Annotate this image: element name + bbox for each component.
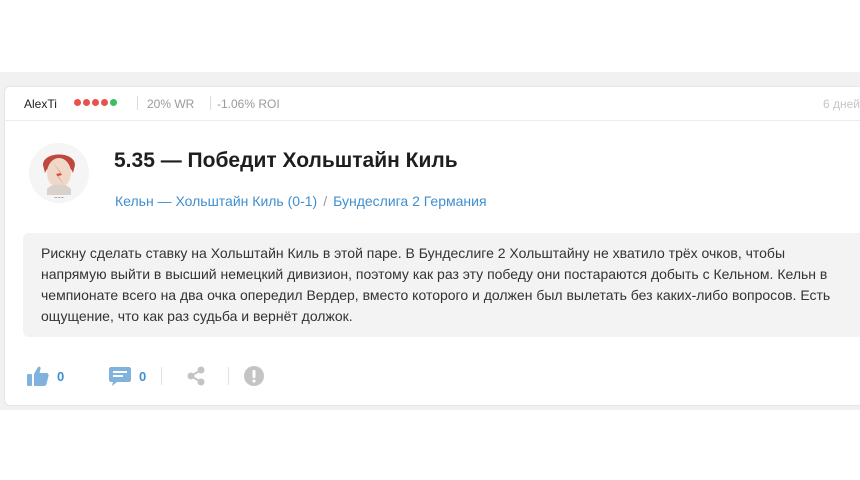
post-body: Рискну сделать ставку на Хольштайн Киль …	[23, 233, 860, 337]
warning-icon	[244, 366, 264, 386]
post-title: 5.35 — Победит Хольштайн Киль	[114, 149, 458, 172]
form-dot	[92, 99, 99, 106]
win-rate-stat: 20% WR	[147, 97, 195, 111]
form-dot	[110, 99, 117, 106]
like-button[interactable]: 0	[27, 363, 64, 389]
divider	[210, 96, 211, 110]
comments-button[interactable]: 0	[109, 363, 146, 389]
prediction-card: AlexTi 20% WR -1.06% ROI 6 дней ~~~ 5.35…	[4, 86, 860, 406]
post-body-text: Рискну сделать ставку на Хольштайн Киль …	[41, 245, 831, 324]
breadcrumb-separator: /	[323, 193, 328, 209]
page-top-space	[0, 0, 860, 72]
page-bottom-space	[0, 410, 860, 480]
form-dot	[101, 99, 108, 106]
comment-count: 0	[139, 368, 147, 384]
thumbs-up-icon	[27, 366, 49, 386]
avatar[interactable]: ~~~	[29, 143, 89, 203]
card-header: AlexTi 20% WR -1.06% ROI 6 дней	[5, 87, 860, 121]
divider	[228, 367, 229, 385]
avatar-portrait-icon: ~~~	[29, 143, 89, 203]
league-link[interactable]: Бундеслига 2 Германия	[333, 193, 486, 209]
divider	[137, 96, 138, 110]
divider	[161, 367, 162, 385]
form-indicator	[74, 99, 119, 107]
roi-stat: -1.06% ROI	[217, 97, 280, 111]
share-button[interactable]	[186, 363, 206, 389]
share-icon	[187, 366, 205, 386]
action-bar: 0 0	[23, 363, 323, 389]
username-link[interactable]: AlexTi	[24, 97, 57, 111]
comment-icon	[109, 367, 131, 386]
match-link[interactable]: Кельн — Хольштайн Киль (0-1)	[115, 193, 317, 209]
post-date: 6 дней	[823, 97, 860, 111]
event-breadcrumb: Кельн — Хольштайн Киль (0-1) / Бундеслига …	[115, 193, 487, 209]
form-dot	[83, 99, 90, 106]
report-button[interactable]	[243, 363, 265, 389]
svg-text:~~~: ~~~	[54, 195, 64, 200]
form-dot	[74, 99, 81, 106]
like-count: 0	[57, 368, 65, 384]
